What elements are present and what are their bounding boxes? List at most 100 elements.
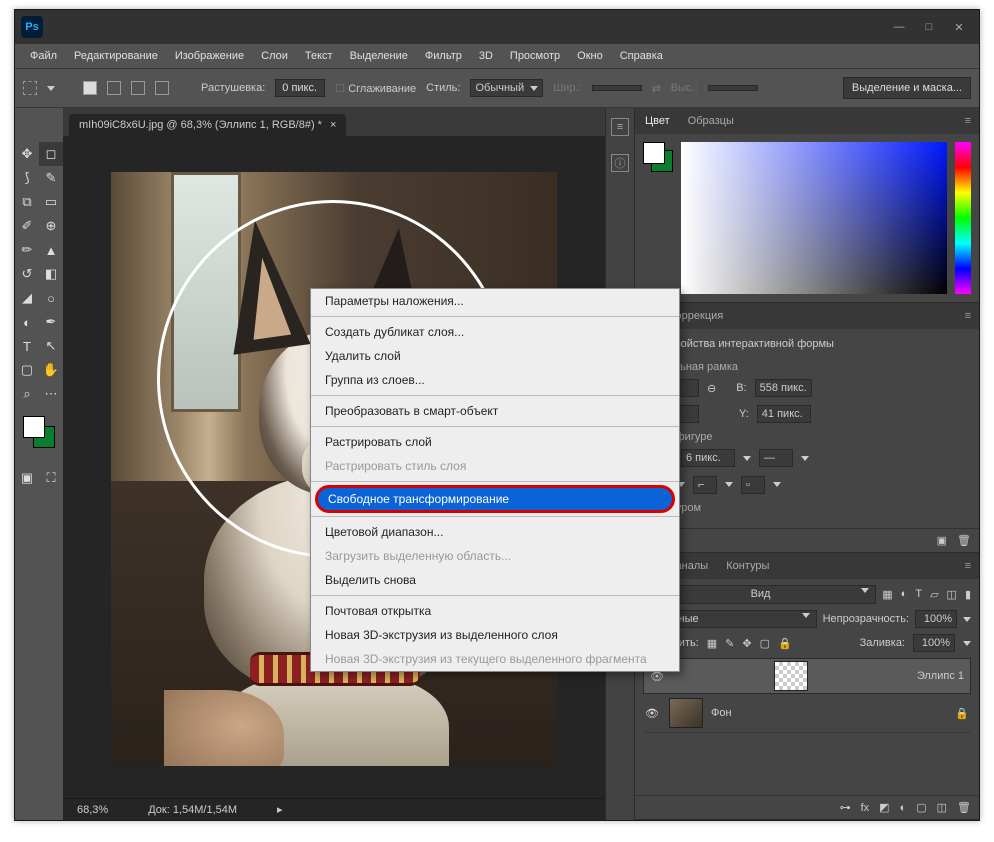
menu-window[interactable]: Окно bbox=[570, 47, 610, 65]
collapsed-panel-icon[interactable]: ⓘ bbox=[611, 154, 629, 172]
layer-thumb[interactable] bbox=[774, 661, 808, 691]
selection-add-icon[interactable] bbox=[107, 81, 121, 95]
close-tab-icon[interactable]: × bbox=[330, 119, 336, 131]
tab-color[interactable]: Цвет bbox=[643, 111, 672, 131]
screenmode-tool[interactable]: ⛶ bbox=[39, 466, 63, 490]
document-tab[interactable]: mIh09iC8x6U.jpg @ 68,3% (Эллипс 1, RGB/8… bbox=[69, 114, 346, 136]
doc-info[interactable]: Док: 1,54M/1,54M bbox=[148, 804, 237, 816]
zoom-level[interactable]: 68,3% bbox=[77, 804, 108, 816]
select-and-mask-button[interactable]: Выделение и маска... bbox=[843, 77, 971, 99]
lock-paint-icon[interactable]: ✎ bbox=[725, 637, 734, 650]
brush-tool[interactable]: ✏ bbox=[15, 238, 39, 262]
w-input[interactable]: 558 пикс. bbox=[755, 379, 812, 397]
layer-name[interactable]: Фон bbox=[711, 707, 732, 719]
new-layer-icon[interactable]: ◫ bbox=[937, 801, 947, 814]
panel-color-swatch[interactable] bbox=[643, 142, 673, 172]
history-brush-tool[interactable]: ↺ bbox=[15, 262, 39, 286]
group-icon[interactable]: ▢ bbox=[916, 801, 926, 814]
lock-all-icon[interactable]: 🔒 bbox=[778, 637, 792, 650]
ctx-convert-smart[interactable]: Преобразовать в смарт-объект bbox=[311, 399, 679, 423]
tool-preset-dropdown-icon[interactable] bbox=[47, 86, 55, 91]
align-style[interactable]: ▫ bbox=[741, 476, 765, 494]
panel-menu-icon[interactable]: ≡ bbox=[965, 560, 971, 572]
lock-trans-icon[interactable]: ▦ bbox=[707, 637, 717, 650]
selection-new-icon[interactable] bbox=[83, 81, 97, 95]
ctx-3d-extrude-layer[interactable]: Новая 3D-экструзия из выделенного слоя bbox=[311, 623, 679, 647]
status-chevron-icon[interactable]: ▸ bbox=[277, 803, 283, 816]
menu-text[interactable]: Текст bbox=[298, 47, 340, 65]
menu-edit[interactable]: Редактирование bbox=[67, 47, 165, 65]
filter-pixel-icon[interactable]: ▦ bbox=[882, 588, 892, 601]
menu-view[interactable]: Просмотр bbox=[503, 47, 567, 65]
delete-icon[interactable]: 🗑 bbox=[957, 534, 971, 547]
color-swatch[interactable] bbox=[23, 416, 55, 448]
filter-type-icon[interactable]: T bbox=[915, 588, 922, 601]
mask-icon[interactable]: ◩ bbox=[879, 801, 889, 814]
menu-3d[interactable]: 3D bbox=[472, 47, 500, 65]
layer-item-background[interactable]: 👁 Фон 🔒 bbox=[643, 694, 971, 733]
link-layers-icon[interactable]: ⊶ bbox=[840, 801, 851, 814]
stroke-style[interactable]: ― bbox=[759, 449, 793, 467]
edit-toolbar[interactable]: ⋯ bbox=[39, 382, 63, 406]
pen-tool[interactable]: ✒ bbox=[39, 310, 63, 334]
layer-item-ellipse[interactable]: 👁 Эллипс 1 bbox=[643, 658, 971, 694]
menu-select[interactable]: Выделение bbox=[343, 47, 415, 65]
corner-style[interactable]: ⌐ bbox=[693, 476, 717, 494]
panel-menu-icon[interactable]: ≡ bbox=[965, 115, 971, 127]
color-picker[interactable] bbox=[681, 142, 947, 294]
panel-menu-icon[interactable]: ≡ bbox=[965, 310, 971, 322]
hand-tool[interactable]: ✋ bbox=[39, 358, 63, 382]
marquee-tool[interactable]: ◻ bbox=[39, 142, 63, 166]
eraser-tool[interactable]: ◧ bbox=[39, 262, 63, 286]
blur-tool[interactable]: ○ bbox=[39, 286, 63, 310]
delete-layer-icon[interactable]: 🗑 bbox=[957, 801, 971, 814]
collapsed-panel-icon[interactable]: ≡ bbox=[611, 118, 629, 136]
quickmask-tool[interactable]: ▣ bbox=[15, 466, 39, 490]
hue-slider[interactable] bbox=[955, 142, 971, 294]
ctx-blending-options[interactable]: Параметры наложения... bbox=[311, 289, 679, 313]
fill-input[interactable]: 100% bbox=[913, 634, 955, 652]
selection-subtract-icon[interactable] bbox=[131, 81, 145, 95]
chevron-down-icon[interactable] bbox=[743, 456, 751, 461]
layer-name[interactable]: Эллипс 1 bbox=[917, 670, 964, 682]
filter-adjust-icon[interactable]: ◐ bbox=[901, 588, 908, 601]
minimize-button[interactable]: ― bbox=[885, 17, 913, 37]
menu-layer[interactable]: Слои bbox=[254, 47, 295, 65]
fx-icon[interactable]: fx bbox=[861, 802, 870, 814]
ctx-delete-layer[interactable]: Удалить слой bbox=[311, 344, 679, 368]
filter-smart-icon[interactable]: ◫ bbox=[947, 588, 957, 601]
zoom-tool[interactable]: ⌕ bbox=[15, 382, 39, 406]
ctx-group-layers[interactable]: Группа из слоев... bbox=[311, 368, 679, 392]
heal-tool[interactable]: ⊕ bbox=[39, 214, 63, 238]
eyedropper-tool[interactable]: ✐ bbox=[15, 214, 39, 238]
feather-input[interactable]: 0 пикс. bbox=[275, 79, 325, 97]
ctx-rasterize-layer[interactable]: Растрировать слой bbox=[311, 430, 679, 454]
lasso-tool[interactable]: ⟆ bbox=[15, 166, 39, 190]
selection-intersect-icon[interactable] bbox=[155, 81, 169, 95]
menu-file[interactable]: Файл bbox=[23, 47, 64, 65]
frame-tool[interactable]: ▭ bbox=[39, 190, 63, 214]
stamp-tool[interactable]: ▲ bbox=[39, 238, 63, 262]
filter-shape-icon[interactable]: ▱ bbox=[930, 588, 938, 601]
ctx-duplicate-layer[interactable]: Создать дубликат слоя... bbox=[311, 320, 679, 344]
chevron-down-icon[interactable] bbox=[801, 456, 809, 461]
gradient-tool[interactable]: ◢ bbox=[15, 286, 39, 310]
type-tool[interactable]: T bbox=[15, 334, 39, 358]
ctx-color-range[interactable]: Цветовой диапазон... bbox=[311, 520, 679, 544]
ctx-free-transform[interactable]: Свободное трансформирование bbox=[315, 485, 675, 513]
close-button[interactable]: ✕ bbox=[945, 17, 973, 37]
layer-thumb[interactable] bbox=[669, 698, 703, 728]
crop-tool[interactable]: ⧉ bbox=[15, 190, 39, 214]
filter-toggle[interactable]: ▮ bbox=[965, 588, 971, 601]
maximize-button[interactable]: □ bbox=[915, 17, 943, 37]
move-tool[interactable]: ✥ bbox=[15, 142, 39, 166]
tab-swatches[interactable]: Образцы bbox=[686, 111, 736, 131]
adjustment-icon[interactable]: ◐ bbox=[900, 802, 907, 814]
opacity-input[interactable]: 100% bbox=[915, 610, 957, 628]
mask-icon[interactable]: ▣ bbox=[937, 534, 947, 547]
ctx-postcard[interactable]: Почтовая открытка bbox=[311, 599, 679, 623]
lock-icon[interactable]: 🔒 bbox=[955, 707, 969, 720]
lock-pos-icon[interactable]: ✥ bbox=[742, 637, 751, 650]
shape-tool[interactable]: ▢ bbox=[15, 358, 39, 382]
menu-filter[interactable]: Фильтр bbox=[418, 47, 469, 65]
